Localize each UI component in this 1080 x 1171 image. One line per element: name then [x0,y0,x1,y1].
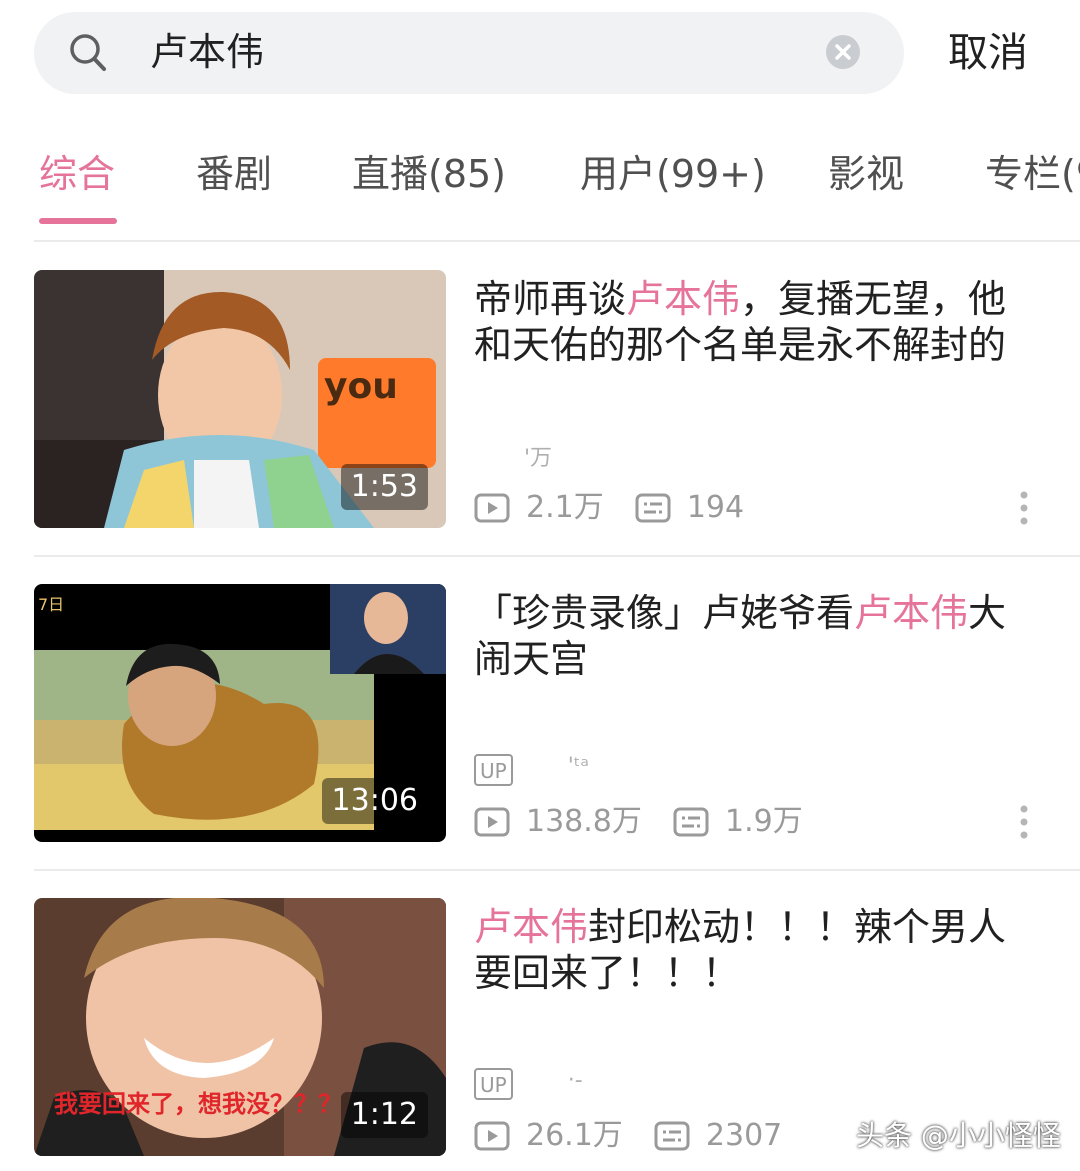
video-result[interactable]: you 1:53 帝师再谈卢本伟，复播无望，他和天佑的那个名单是永不解封的 '万… [34,270,1080,528]
danmaku-count: 2307 [705,1118,783,1153]
tab-all[interactable]: 综合 [39,144,115,204]
svg-text:you: you [324,366,398,407]
watermark: 头条 @小小怪怪 [856,1119,1061,1152]
video-duration: 1:12 [340,1092,428,1138]
thumbnail-caption: 7日 [38,595,64,614]
video-title[interactable]: 「珍贵录像」卢姥爷看卢本伟大闹天宫 [474,590,1034,682]
danmaku-icon [654,1121,690,1151]
up-badge: UP [474,1068,513,1100]
uploader-name: ·- [567,1068,583,1093]
video-stats: 26.1万 2307 [474,1116,808,1160]
tab-bar: 综合 番剧 直播(85) 用户(99+) 影视 专栏(9 [0,130,1080,230]
active-tab-indicator [39,218,117,224]
tab-articles[interactable]: 专栏(9 [985,144,1080,204]
video-title[interactable]: 帝师再谈卢本伟，复播无望，他和天佑的那个名单是永不解封的 [474,276,1034,368]
play-count-icon [474,1121,510,1151]
video-stats: 2.1万 194 [474,488,770,532]
video-title[interactable]: 卢本伟封印松动！！！辣个男人要回来了！！！ [474,904,1034,996]
search-row: 取消 [0,0,1080,110]
up-badge: UP [474,754,513,786]
search-icon[interactable] [68,32,108,74]
more-icon[interactable] [1019,804,1029,840]
video-thumbnail[interactable]: you 1:53 [34,270,446,528]
title-highlight: 卢本伟 [474,905,589,949]
video-duration: 1:53 [340,464,428,510]
uploader-name: '万 [524,446,553,471]
danmaku-count: 1.9万 [724,804,803,839]
play-count: 138.8万 [526,804,642,839]
danmaku-icon [635,493,671,523]
play-count-icon [474,807,510,837]
video-duration: 13:06 [321,778,428,824]
title-highlight: 卢本伟 [854,591,969,635]
play-count: 2.1万 [526,490,604,525]
divider [34,240,1080,242]
danmaku-icon [673,807,709,837]
play-count: 26.1万 [526,1118,623,1153]
video-result[interactable]: 7日 13:06 「珍贵录像」卢姥爷看卢本伟大闹天宫 UP 'ᵗᵃ 138.8万… [34,584,1080,842]
play-count-icon [474,493,510,523]
tab-bangumi[interactable]: 番剧 [196,144,272,204]
divider [34,869,1080,871]
uploader[interactable]: '万 [474,440,552,474]
video-thumbnail[interactable]: 7日 13:06 [34,584,446,842]
search-input[interactable] [150,22,790,82]
clear-icon[interactable] [826,35,860,69]
tab-users[interactable]: 用户(99+) [580,144,766,204]
uploader-name: 'ᵗᵃ [567,754,589,779]
divider [34,555,1080,557]
tab-film-tv[interactable]: 影视 [828,144,904,204]
tab-live[interactable]: 直播(85) [352,144,506,204]
uploader[interactable]: UP 'ᵗᵃ [474,754,589,788]
video-stats: 138.8万 1.9万 [474,802,829,846]
title-highlight: 卢本伟 [626,277,741,321]
more-icon[interactable] [1019,490,1029,526]
uploader[interactable]: UP ·- [474,1068,583,1102]
danmaku-count: 194 [686,490,745,525]
cancel-button[interactable]: 取消 [948,24,1028,82]
video-thumbnail[interactable]: 我要回来了，想我没？？？ 1:12 [34,898,446,1156]
thumbnail-caption: 我要回来了，想我没？？？ [54,1090,342,1118]
